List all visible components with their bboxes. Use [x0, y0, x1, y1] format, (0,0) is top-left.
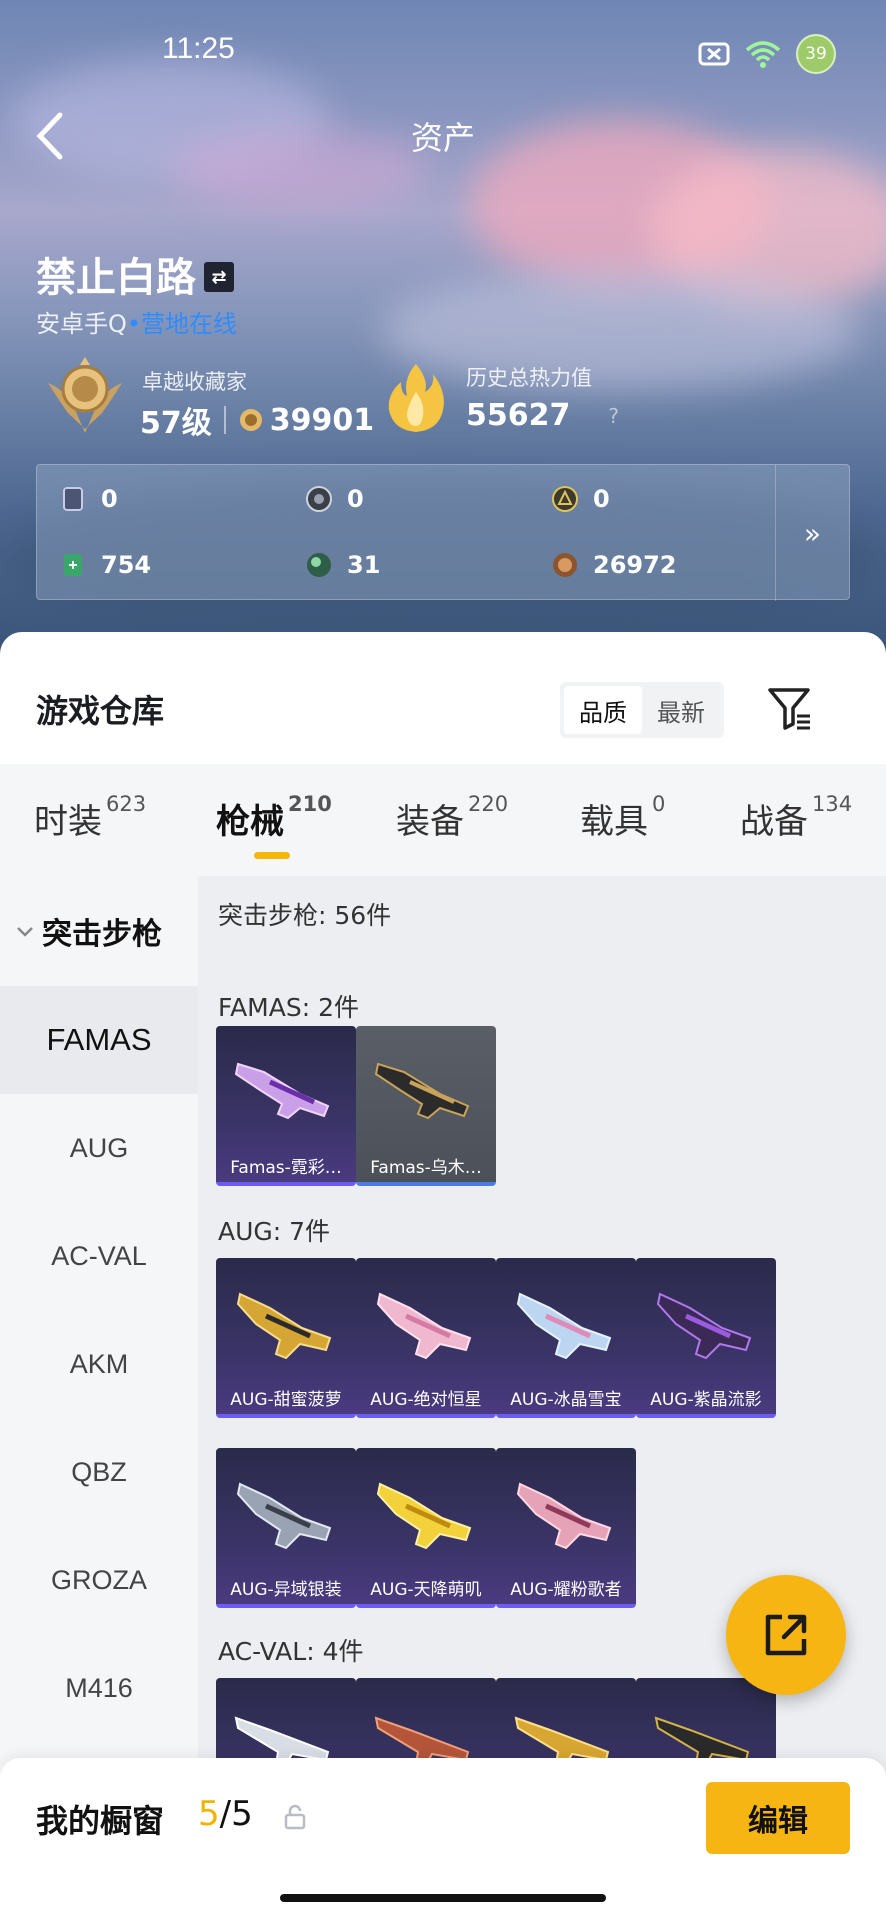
weapon-card[interactable]: AUG-冰晶雪宝 — [496, 1258, 636, 1418]
sim-off-icon — [698, 42, 730, 66]
tab-supplies[interactable]: 战备 134 — [740, 792, 852, 843]
category-assault-rifle[interactable]: 突击步枪 — [0, 876, 198, 986]
sort-quality-button[interactable]: 品质 — [564, 686, 642, 734]
player-level: 57级 — [140, 406, 212, 441]
rifle-skin-icon — [376, 1292, 472, 1360]
double-chevron-right-icon: » — [803, 516, 822, 550]
resource-bronze-coin: 26972 — [551, 551, 677, 579]
warehouse-title: 游戏仓库 — [36, 692, 165, 730]
resource-green-orb: 31 — [305, 551, 380, 579]
rifle-skin-icon — [236, 1482, 332, 1550]
weapon-card[interactable]: AUG-绝对恒星 — [356, 1258, 496, 1418]
online-status: 营地在线 — [141, 310, 238, 338]
coin-grey-icon — [306, 486, 332, 512]
section-label-ac-val: AC-VAL: 4件 — [218, 1637, 364, 1666]
filter-icon[interactable] — [764, 682, 816, 734]
sidebar-item-groza[interactable]: GROZA — [0, 1526, 198, 1634]
sidebar-item-m416[interactable]: M416 — [0, 1634, 198, 1742]
resource-green-ticket: 754 — [59, 551, 151, 579]
showcase-count: 5/5 — [198, 1794, 253, 1834]
edit-button[interactable]: 编辑 — [706, 1782, 850, 1854]
sidebar-item-ac-val[interactable]: AC-VAL — [0, 1202, 198, 1310]
collection-points: 39901 — [269, 402, 375, 438]
ticket-green-icon — [64, 554, 82, 576]
rifle-skin-icon — [516, 1292, 612, 1360]
section-label-aug: AUG: 7件 — [218, 1217, 331, 1246]
resource-panel: 0 0 0 754 31 26972 » — [36, 464, 850, 601]
heat-value: 55627 — [466, 398, 571, 433]
share-fab-button[interactable] — [726, 1575, 846, 1695]
weapon-card[interactable]: AUG-耀粉歌者 — [496, 1448, 636, 1608]
points-icon — [239, 409, 262, 431]
wifi-icon — [745, 41, 781, 68]
resource-grey-coin: 0 — [305, 485, 364, 513]
sort-latest-button[interactable]: 最新 — [642, 686, 720, 734]
weapon-card[interactable]: AUG-天降萌叽 — [356, 1448, 496, 1608]
showcase-title: 我的橱窗 — [36, 1802, 165, 1840]
home-indicator[interactable] — [280, 1894, 606, 1902]
page-title: 资产 — [410, 119, 475, 157]
profile-header: 11:25 39 资产 禁止白路 ⇄ 安卓手Q•营地在线 卓越收藏家 57级 3… — [0, 0, 886, 660]
battery-indicator: 39 — [796, 34, 836, 74]
rifle-skin-icon — [656, 1292, 752, 1360]
heat-caption: 历史总热力值 — [466, 366, 592, 390]
weapon-card-label: AUG-甜蜜菠萝 — [230, 1390, 342, 1410]
tab-equipment[interactable]: 装备 220 — [396, 792, 508, 843]
tab-fashion[interactable]: 时装 623 — [34, 792, 146, 843]
share-external-icon — [765, 1614, 807, 1656]
player-subtitle: 安卓手Q•营地在线 — [36, 310, 238, 338]
category-total: 突击步枪: 56件 — [218, 901, 392, 930]
rifle-skin-icon — [236, 1292, 332, 1360]
resource-gold-coin: 0 — [551, 485, 610, 513]
sort-toggle: 品质 最新 — [560, 682, 724, 738]
weapon-card-label: AUG-异域银装 — [230, 1580, 342, 1600]
rifle-skin-icon — [516, 1482, 612, 1550]
player-name: 禁止白路 ⇄ — [36, 245, 234, 303]
weapon-card-label: AUG-冰晶雪宝 — [510, 1390, 622, 1410]
weapon-card[interactable]: Famas-乌木… — [356, 1026, 496, 1186]
tab-firearms[interactable]: 枪械 210 — [216, 792, 332, 859]
status-bar: 11:25 39 — [0, 30, 886, 74]
weapon-card[interactable]: Famas-霓彩… — [216, 1026, 356, 1186]
rifle-skin-icon — [374, 1062, 470, 1120]
showcase-bar: 我的橱窗 5/5 编辑 — [0, 1758, 886, 1920]
tab-vehicles[interactable]: 载具 0 — [580, 792, 665, 843]
orb-green-icon — [307, 553, 331, 577]
weapon-card-label: AUG-耀粉歌者 — [510, 1580, 622, 1600]
heat-help-icon[interactable]: ? — [608, 404, 619, 428]
rank-caption: 卓越收藏家 — [142, 370, 247, 394]
lock-icon — [284, 1804, 306, 1830]
weapon-card[interactable]: AUG-紫晶流影 — [636, 1258, 776, 1418]
weapon-card-label: Famas-霓彩… — [230, 1158, 342, 1178]
weapon-card-label: Famas-乌木… — [370, 1158, 482, 1178]
coin-gold-icon — [552, 486, 578, 512]
weapon-card-label: AUG-绝对恒星 — [370, 1390, 482, 1410]
top-nav: 资产 — [0, 105, 886, 165]
sidebar-item-akm[interactable]: AKM — [0, 1310, 198, 1418]
sidebar-item-aug[interactable]: AUG — [0, 1094, 198, 1202]
collector-medal-icon — [48, 357, 122, 433]
coin-bronze-icon — [553, 553, 577, 577]
weapon-card-label: AUG-天降萌叽 — [370, 1580, 482, 1600]
status-time: 11:25 — [162, 32, 235, 65]
card-icon — [63, 487, 83, 511]
switch-account-icon[interactable]: ⇄ — [204, 262, 234, 292]
resource-more-button[interactable]: » — [775, 465, 849, 601]
chevron-down-icon — [17, 927, 33, 937]
section-label-famas: FAMAS: 2件 — [218, 993, 360, 1022]
weapon-card[interactable]: AUG-异域银装 — [216, 1448, 356, 1608]
warehouse-sheet: 游戏仓库 品质 最新 时装 623 枪械 210 装备 220 载具 0 战备 134 突… — [0, 632, 886, 1920]
sidebar-item-famas[interactable]: FAMAS — [0, 986, 198, 1094]
resource-card: 0 — [59, 485, 118, 513]
category-tabs: 时装 623 枪械 210 装备 220 载具 0 战备 134 — [0, 764, 886, 876]
cloud — [380, 270, 860, 390]
sidebar-item-qbz[interactable]: QBZ — [0, 1418, 198, 1526]
rifle-skin-icon — [234, 1062, 330, 1120]
weapon-card-label: AUG-紫晶流影 — [650, 1390, 762, 1410]
weapon-card[interactable]: AUG-甜蜜菠萝 — [216, 1258, 356, 1418]
heat-flame-icon — [388, 364, 444, 432]
rifle-skin-icon — [376, 1482, 472, 1550]
